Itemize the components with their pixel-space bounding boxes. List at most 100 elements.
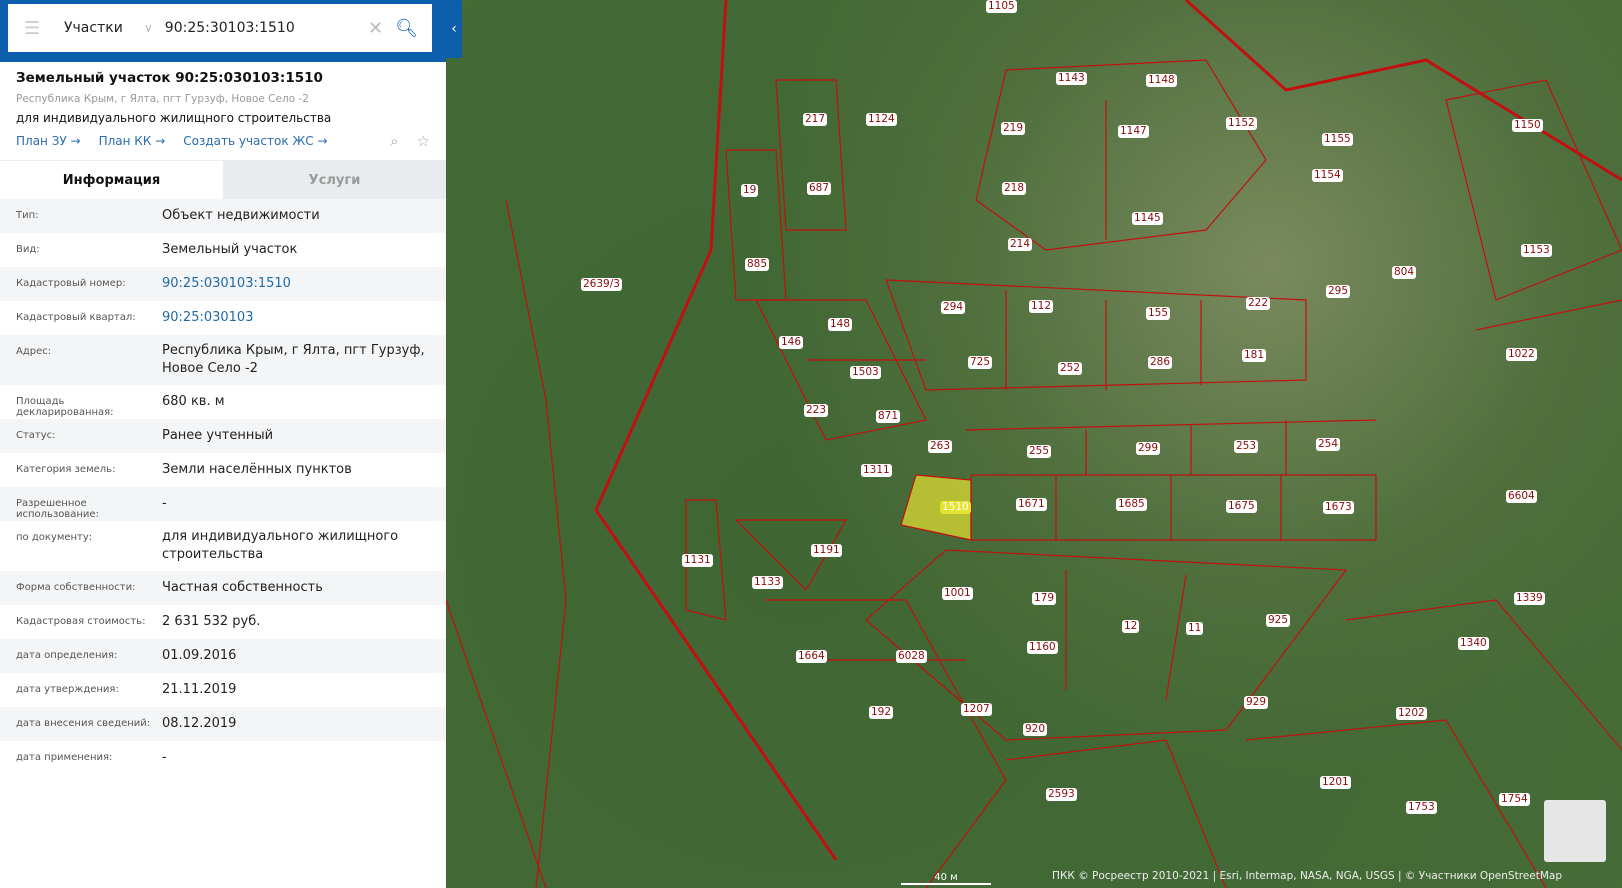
parcel-label[interactable]: 1145	[1132, 212, 1163, 225]
parcel-label[interactable]: 687	[807, 182, 832, 195]
parcel-label[interactable]: 179	[1032, 592, 1057, 605]
parcel-label[interactable]: 155	[1146, 307, 1171, 320]
tab-services[interactable]: Услуги	[223, 161, 446, 199]
parcel-label[interactable]: 1339	[1514, 592, 1545, 605]
chevron-down-icon[interactable]: ∨	[144, 21, 153, 35]
parcel-label[interactable]: 1152	[1226, 117, 1257, 130]
info-value: Земли населённых пунктов	[162, 462, 352, 477]
parcel-label[interactable]: 804	[1392, 266, 1417, 279]
parcel-label[interactable]: 12	[1122, 620, 1140, 633]
collapse-panel-button[interactable]: ‹	[446, 0, 462, 58]
parcel-label[interactable]: 871	[876, 410, 901, 423]
parcel-label[interactable]: 1685	[1116, 498, 1147, 511]
basemap-switcher[interactable]	[1544, 800, 1606, 862]
parcel-label[interactable]: 920	[1023, 723, 1048, 736]
parcel-label[interactable]: 219	[1001, 122, 1026, 135]
info-value: Земельный участок	[162, 242, 298, 257]
parcel-label[interactable]: 1105	[986, 0, 1017, 13]
parcel-label[interactable]: 214	[1008, 238, 1033, 251]
parcel-label[interactable]: 1001	[942, 587, 973, 600]
parcel-label[interactable]: 1311	[861, 464, 892, 477]
map-attribution: ПКК © Росреестр 2010-2021 | Esri, Interm…	[1052, 870, 1562, 882]
parcel-label[interactable]: 148	[828, 318, 853, 331]
menu-icon[interactable]: ☰	[24, 18, 44, 39]
parcel-label[interactable]: 1675	[1226, 500, 1257, 513]
parcel-label[interactable]: 181	[1242, 349, 1267, 362]
parcel-label[interactable]: 1673	[1323, 501, 1354, 514]
parcel-label[interactable]: 925	[1266, 614, 1291, 627]
parcel-label[interactable]: 1124	[866, 113, 897, 126]
parcel-label[interactable]: 192	[869, 706, 894, 719]
search-box: ☰ Участки ∨ 90:25:30103:1510 ✕ 🔍︎	[8, 4, 432, 52]
parcel-label[interactable]: 1191	[811, 544, 842, 557]
parcel-label[interactable]: 1143	[1056, 72, 1087, 85]
info-key: Кадастровый номер:	[16, 278, 126, 289]
parcel-label[interactable]: 222	[1246, 297, 1271, 310]
parcel-label[interactable]: 223	[804, 404, 829, 417]
parcel-label[interactable]: 1160	[1027, 641, 1058, 654]
parcel-label[interactable]: 252	[1058, 362, 1083, 375]
parcel-label[interactable]: 1510	[940, 501, 971, 514]
parcel-label[interactable]: 1753	[1406, 801, 1437, 814]
parcel-label[interactable]: 929	[1244, 696, 1269, 709]
search-input[interactable]: 90:25:30103:1510	[165, 20, 368, 36]
plan-kk-link[interactable]: План КК →	[99, 134, 166, 148]
plan-zu-link[interactable]: План ЗУ →	[16, 134, 81, 148]
parcel-label[interactable]: 1202	[1396, 707, 1427, 720]
parcel-label[interactable]: 1671	[1016, 498, 1047, 511]
parcel-label[interactable]: 1147	[1118, 125, 1149, 138]
parcel-label[interactable]: 1153	[1521, 244, 1552, 257]
parcel-label[interactable]: 1503	[850, 366, 881, 379]
parcel-label[interactable]: 725	[968, 356, 993, 369]
star-icon[interactable]: ☆	[417, 132, 430, 150]
info-value: 21.11.2019	[162, 682, 237, 697]
clear-icon[interactable]: ✕	[368, 18, 383, 39]
parcel-label[interactable]: 286	[1148, 356, 1173, 369]
parcel-label[interactable]: 1340	[1458, 637, 1489, 650]
map[interactable]: 1510 1671 1685 1675 1673 255 299 253 254 263 1311 8…	[446, 0, 1622, 888]
parcel-label[interactable]: 1664	[796, 650, 827, 663]
info-key: Форма собственности:	[16, 582, 136, 593]
parcel-label[interactable]: 218	[1002, 182, 1027, 195]
parcel-label[interactable]: 1022	[1506, 348, 1537, 361]
parcel-label[interactable]: 1133	[752, 576, 783, 589]
zoom-to-icon[interactable]: ⌕	[390, 132, 398, 150]
parcel-label[interactable]: 885	[745, 258, 770, 271]
info-key: дата определения:	[16, 650, 118, 661]
parcel-label[interactable]: 11	[1186, 622, 1204, 635]
parcel-label[interactable]: 6604	[1506, 490, 1537, 503]
create-parcel-link[interactable]: Создать участок ЖС →	[183, 134, 327, 148]
parcel-label[interactable]: 263	[928, 440, 953, 453]
info-key: Кадастровый квартал:	[16, 312, 136, 323]
parcel-label[interactable]: 1131	[682, 554, 713, 567]
parcel-label[interactable]: 254	[1316, 438, 1341, 451]
parcel-label[interactable]: 1155	[1322, 133, 1353, 146]
parcel-label[interactable]: 253	[1234, 440, 1259, 453]
info-value: -	[162, 750, 167, 765]
parcel-label[interactable]: 295	[1326, 285, 1351, 298]
parcel-label[interactable]: 217	[803, 113, 828, 126]
info-value[interactable]: 90:25:030103	[162, 302, 430, 334]
parcel-label[interactable]: 6028	[896, 650, 927, 663]
tab-info[interactable]: Информация	[0, 161, 223, 199]
parcel-label[interactable]: 1148	[1146, 74, 1177, 87]
info-value[interactable]: 90:25:030103:1510	[162, 268, 430, 300]
layer-select[interactable]: Участки	[64, 20, 144, 36]
parcel-label[interactable]: 299	[1136, 442, 1161, 455]
parcel-label[interactable]: 112	[1029, 300, 1054, 313]
parcel-label[interactable]: 1207	[961, 703, 992, 716]
search-icon[interactable]: 🔍︎	[395, 18, 418, 39]
parcel-label[interactable]: 1154	[1312, 169, 1343, 182]
parcel-label[interactable]: 1150	[1512, 119, 1543, 132]
info-row: Кадастровая стоимость: 2 631 532 руб.	[0, 605, 446, 639]
parcel-label[interactable]: 1754	[1499, 793, 1530, 806]
info-key: Вид:	[16, 244, 40, 255]
parcel-label[interactable]: 255	[1027, 445, 1052, 458]
info-value: Республика Крым, г Ялта, пгт Гурзуф, Нов…	[162, 343, 425, 376]
parcel-label[interactable]: 19	[741, 184, 759, 197]
parcel-label[interactable]: 1201	[1320, 776, 1351, 789]
parcel-label[interactable]: 146	[779, 336, 804, 349]
parcel-label[interactable]: 2639/3	[581, 278, 622, 291]
parcel-label[interactable]: 2593	[1046, 788, 1077, 801]
parcel-label[interactable]: 294	[941, 301, 966, 314]
